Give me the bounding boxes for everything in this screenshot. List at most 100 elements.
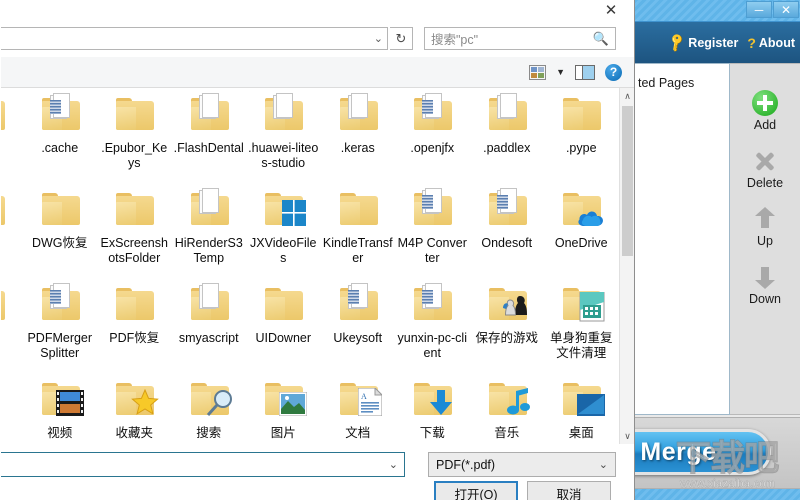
register-label: Register [688, 35, 739, 50]
file-grid-item[interactable]: Ukeysoft [321, 280, 396, 375]
file-grid-row: d r PDFMergerSplitter PDF恢复 smyascript UIDow… [0, 280, 634, 375]
file-grid-item[interactable]: .FlashDental [172, 90, 247, 185]
file-grid-item[interactable]: .Epubor_Keys [97, 90, 172, 185]
folder-icon [563, 98, 602, 130]
address-bar-input[interactable]: ⌄ [0, 27, 388, 50]
file-grid-item[interactable]: d r [0, 280, 23, 375]
folder-plain-icon [110, 280, 158, 328]
file-grid-item[interactable]: .huawei-liteos-studio [246, 90, 321, 185]
music-note-icon [506, 388, 530, 421]
file-grid-item[interactable]: .pype [544, 90, 619, 185]
file-grid-item[interactable]: OneDrive [544, 185, 619, 280]
bg-pages-list-panel[interactable]: ted Pages [634, 63, 730, 415]
bg-minimize-button[interactable]: ─ [746, 1, 772, 18]
help-icon[interactable]: ? [605, 63, 622, 81]
delete-button-label: Delete [746, 176, 784, 190]
paper-overlay [198, 187, 221, 214]
filetype-dropdown[interactable]: PDF(*.pdf) ⌄ [428, 452, 616, 477]
add-button[interactable]: Add [733, 90, 797, 132]
down-button[interactable]: Down [733, 264, 797, 306]
book-icon [579, 291, 605, 327]
up-button[interactable]: Up [733, 206, 797, 248]
scroll-up-icon[interactable]: ∧ [620, 88, 635, 104]
file-grid-item[interactable]: DWG恢复 [23, 185, 98, 280]
file-grid-row: n DWG恢复 ExScreenshotsFolderHiRenderS3TempJ… [0, 185, 634, 280]
pages-list-header: ted Pages [638, 76, 695, 90]
file-name-label: .pype [565, 141, 597, 155]
file-grid-item[interactable]: Ondesoft [470, 185, 545, 280]
file-grid-item[interactable] [0, 375, 23, 444]
file-grid-item[interactable]: PDF恢复 [97, 280, 172, 375]
file-grid-item[interactable]: b [0, 90, 23, 185]
register-menu-item[interactable]: 🔑 Register [666, 31, 739, 53]
close-icon[interactable]: ✕ [591, 0, 631, 19]
file-grid-item[interactable]: 下载 [395, 375, 470, 444]
merge-button[interactable]: Merge [634, 429, 771, 475]
file-grid-item[interactable]: 保存的游戏 [470, 280, 545, 375]
file-name-label: 单身狗重复文件清理 [549, 331, 613, 360]
folder-downloads-icon [408, 375, 456, 423]
file-name-label: .paddlex [483, 141, 531, 155]
file-grid-item[interactable]: JXVideoFiles [246, 185, 321, 280]
file-grid-item[interactable]: UIDowner [246, 280, 321, 375]
file-grid-item[interactable]: KindleTransfer [321, 185, 396, 280]
doc-lines [347, 290, 359, 304]
filename-input[interactable]: ⌄ [0, 452, 405, 477]
file-grid-item[interactable]: 搜索 [172, 375, 247, 444]
file-grid-item[interactable]: A 文档 [321, 375, 396, 444]
scroll-down-icon[interactable]: ∨ [620, 428, 635, 444]
file-name-label: .openjfx [410, 141, 455, 155]
chevron-down-icon[interactable]: ⌄ [389, 458, 398, 471]
search-input[interactable]: 搜索"pc" 🔍 [424, 27, 616, 50]
file-list-pane[interactable]: b .cache .Epubor_Keys .FlashDental .huawei-l… [0, 88, 634, 444]
file-grid-item[interactable]: 视频 [23, 375, 98, 444]
folder-music-icon [483, 375, 531, 423]
file-name-label: 视频 [47, 426, 73, 440]
file-grid-item[interactable]: ExScreenshotsFolder [97, 185, 172, 280]
file-name-label: .huawei-liteos-studio [248, 141, 319, 170]
file-grid-item[interactable]: .cache [23, 90, 98, 185]
about-menu-item[interactable]: ? About [747, 35, 795, 51]
file-name-label: PDFMergerSplitter [27, 331, 93, 360]
file-grid-item[interactable]: 图片 [246, 375, 321, 444]
bg-close-button[interactable]: ✕ [773, 1, 799, 18]
refresh-icon[interactable]: ↻ [390, 27, 413, 50]
open-button[interactable]: 打开(O) [434, 481, 518, 500]
file-grid-row: b .cache .Epubor_Keys .FlashDental .huawei-l… [0, 90, 634, 185]
svg-text:A: A [361, 392, 367, 401]
view-options-button[interactable] [529, 64, 547, 80]
preview-pane-button[interactable] [575, 64, 595, 80]
question-mark-icon: ? [747, 34, 756, 51]
file-grid-item[interactable]: .paddlex [470, 90, 545, 185]
file-grid-item[interactable]: 单身狗重复文件清理 [544, 280, 619, 375]
folder-paper-icon [259, 90, 307, 138]
file-grid-item[interactable]: 音乐 [470, 375, 545, 444]
folder-plain-icon [557, 90, 605, 138]
file-pane-scrollbar[interactable]: ∧ ∨ [619, 88, 634, 444]
file-grid-item[interactable]: .openjfx [395, 90, 470, 185]
file-grid-item[interactable]: .keras [321, 90, 396, 185]
doc-lines [422, 100, 434, 114]
chevron-down-icon[interactable]: ⌄ [374, 32, 383, 45]
file-grid-item[interactable]: yunxin-pc-client [395, 280, 470, 375]
paper-overlay [273, 92, 295, 119]
file-open-dialog: ✕ ⌄ ↻ 搜索"pc" 🔍 ▼ ? b .cache .Epubor_Keys .F… [0, 0, 635, 500]
cancel-button[interactable]: 取消 [527, 481, 611, 500]
chevron-down-icon[interactable]: ▼ [556, 67, 565, 77]
file-name-label: .FlashDental [173, 141, 244, 155]
file-name-label: DWG恢复 [31, 236, 88, 250]
dialog-titlebar: ✕ [0, 0, 634, 21]
plus-circle-icon [752, 90, 778, 116]
file-grid-item[interactable]: HiRenderS3Temp [172, 185, 247, 280]
file-name-label: .cache [41, 141, 79, 155]
file-grid-item[interactable]: M4P Converter [395, 185, 470, 280]
file-grid-item[interactable]: 收藏夹 [97, 375, 172, 444]
delete-button[interactable]: Delete [733, 148, 797, 190]
scrollbar-thumb[interactable] [622, 106, 633, 256]
file-grid-item[interactable]: smyascript [172, 280, 247, 375]
bg-app-action-bar: Merge [634, 417, 800, 489]
folder-plain-icon [110, 185, 158, 233]
file-grid-item[interactable]: n [0, 185, 23, 280]
file-grid-item[interactable]: 桌面 [544, 375, 619, 444]
file-grid-item[interactable]: PDFMergerSplitter [23, 280, 98, 375]
